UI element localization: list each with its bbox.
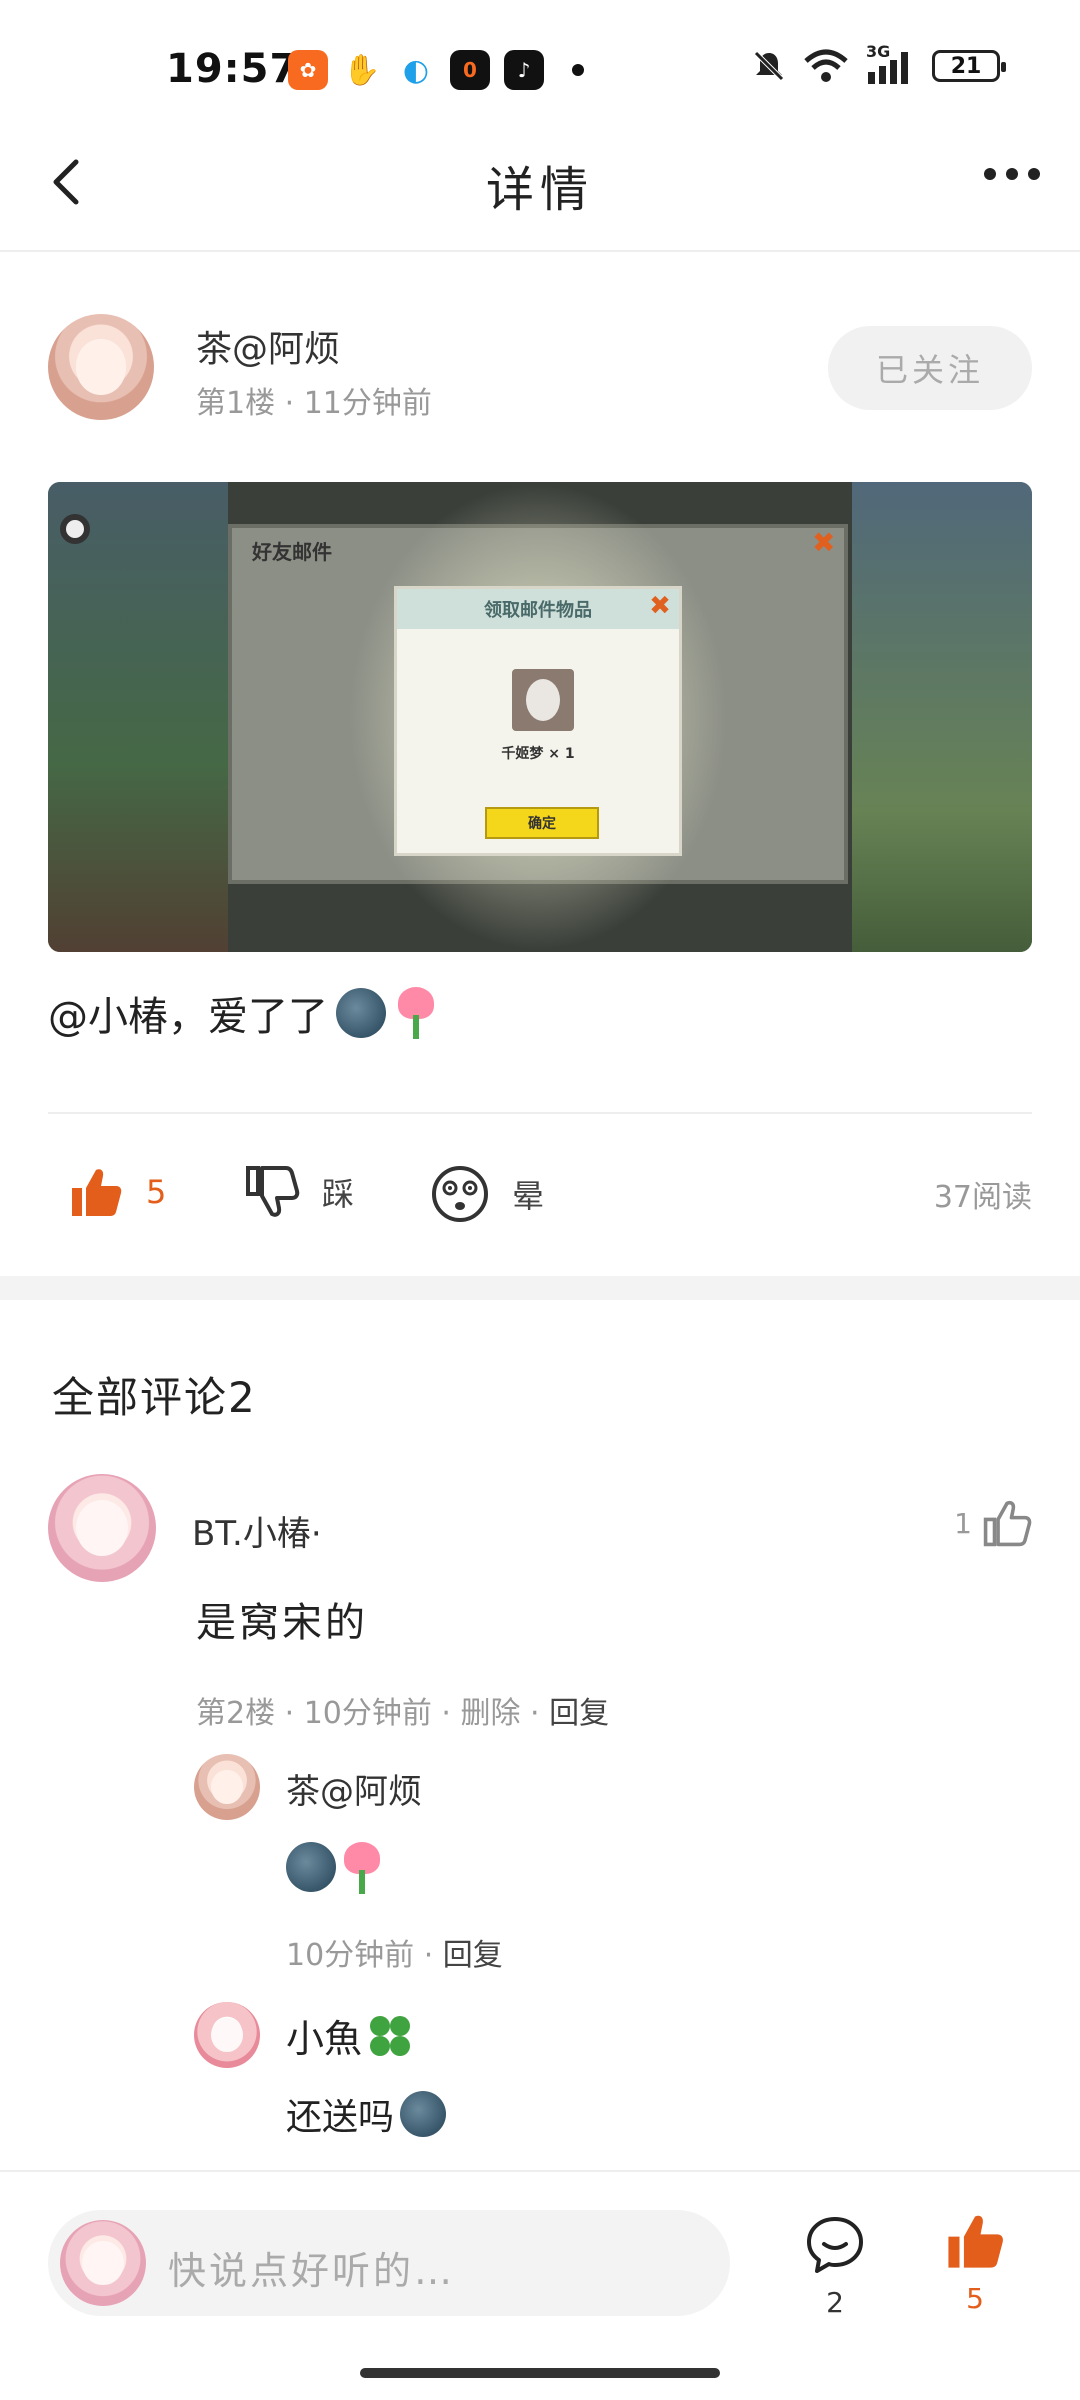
comment-input-placeholder: 快说点好听的… (168, 2249, 456, 2293)
game-close-icon: ✖ (812, 526, 836, 559)
new-moon-face-emoji (286, 1842, 336, 1892)
dislike-label: 踩 (322, 1175, 355, 1213)
new-moon-face-emoji (400, 2091, 447, 2137)
four-leaf-clover-emoji (368, 2014, 412, 2058)
reply-author-name-row: 小魚 (286, 2008, 412, 2063)
dizzy-face-icon (432, 1166, 488, 1222)
app-zero-icon: 0 (450, 50, 490, 90)
comment-like-count: 1 (954, 1506, 972, 1540)
reply-avatar[interactable] (194, 1754, 260, 1820)
comment-meta: 第2楼 · 10分钟前 · 删除 · 回复 (196, 1688, 609, 1732)
post-actions: 5 踩 晕 37阅读 (48, 1160, 1032, 1230)
notification-icons: ✿ ✋ ◐ 0 ♪ (288, 50, 584, 90)
comment-input[interactable]: 快说点好听的… (48, 2210, 730, 2316)
dialog-title: 领取邮件物品 (397, 589, 679, 629)
mute-icon (754, 51, 784, 81)
item-label: 千姬梦 × 1 (501, 746, 575, 762)
my-avatar (60, 2220, 146, 2306)
thumbs-up-outline-icon (983, 1500, 1032, 1547)
reply-body: 还送吗 (286, 2088, 447, 2140)
kuaishou-icon: ✿ (288, 50, 328, 90)
reply-reply-button[interactable]: 回复 (443, 1938, 503, 1973)
dizzy-button[interactable]: 晕 (430, 1164, 544, 1224)
reply-body (286, 1842, 384, 1894)
thumbs-up-icon (948, 2215, 1003, 2268)
game-background-right (852, 482, 1032, 952)
comments-title: 全部评论2 (52, 1373, 257, 1422)
baidu-icon: ✋ (342, 50, 382, 90)
reply-avatar[interactable] (194, 2002, 260, 2068)
comment-bubble-icon (807, 2217, 863, 2273)
post-text: @小椿，爱了了 (48, 984, 438, 1042)
post-text-content: @小椿，爱了了 (48, 994, 328, 1040)
post-author-row: 茶@阿烦 第1楼 · 11分钟前 已关注 (48, 314, 1032, 424)
page-title: 详情 (485, 162, 594, 218)
like-button[interactable]: 5 (68, 1164, 166, 1220)
tulip-emoji (394, 987, 438, 1039)
post-meta: 第1楼 · 11分钟前 (196, 386, 432, 421)
mail-window-title: 好友邮件 (252, 540, 332, 564)
top-nav: 详情 (0, 130, 1080, 252)
comment-reply-button[interactable]: 回复 (549, 1696, 609, 1731)
cellular-signal-icon: 3G (866, 42, 914, 84)
new-moon-face-emoji (336, 988, 386, 1038)
tiktok-icon: ♪ (504, 50, 544, 90)
author-avatar[interactable] (48, 314, 154, 420)
thumbs-up-icon (72, 1169, 122, 1216)
image-toggle-icon (60, 514, 90, 544)
bottom-like-button[interactable]: 5 (940, 2210, 1010, 2315)
follow-button[interactable]: 已关注 (828, 326, 1032, 410)
dialog-close-icon: ✖ (649, 591, 671, 621)
status-time: 19:57 (166, 46, 299, 92)
battery-icon: 21 (932, 50, 1006, 82)
reply-body-text: 还送吗 (286, 2097, 395, 2138)
more-options-icon[interactable] (984, 168, 1040, 180)
commenter-name[interactable]: BT.小椿· (192, 1506, 322, 1555)
battery-level: 21 (950, 53, 982, 79)
status-right: 3G 21 (752, 42, 1006, 84)
reply-author-name[interactable]: 茶@阿烦 (286, 1764, 422, 1813)
confirm-button-in-image: 确定 (485, 807, 599, 839)
bottom-like-count: 5 (966, 2282, 984, 2315)
reply-meta: 10分钟前 · 回复 (286, 1930, 503, 1974)
home-indicator[interactable] (360, 2368, 720, 2378)
read-count: 37阅读 (933, 1180, 1032, 1215)
comment-body: 是窝宋的 (196, 1600, 368, 1646)
comment-count: 2 (826, 2286, 844, 2319)
comment-like-button[interactable]: 1 (954, 1498, 1032, 1548)
author-name[interactable]: 茶@阿烦 (196, 320, 340, 372)
item-thumbnail (512, 669, 574, 731)
dislike-button[interactable]: 踩 (244, 1164, 354, 1220)
section-divider (0, 1276, 1080, 1300)
comment-meta-time: 第2楼 · 10分钟前 · 删除 · (196, 1696, 550, 1731)
status-bar: 19:57 ✿ ✋ ◐ 0 ♪ 3G 21 (0, 0, 1080, 140)
bottom-bar: 快说点好听的… 2 5 (0, 2170, 1080, 2400)
claim-dialog: 领取邮件物品 ✖ 千姬梦 × 1 确定 (394, 586, 682, 856)
wifi-icon (804, 49, 848, 82)
browser-icon: ◐ (396, 50, 436, 90)
comments-button[interactable]: 2 (800, 2214, 870, 2319)
reply-meta-time: 10分钟前 · (286, 1938, 443, 1973)
game-background-left (48, 482, 228, 952)
thumbs-down-icon (246, 1166, 300, 1217)
reply-author-name[interactable]: 小魚 (286, 2008, 362, 2063)
like-count: 5 (146, 1173, 167, 1211)
network-type: 3G (866, 42, 891, 61)
commenter-avatar[interactable] (48, 1474, 156, 1582)
post-image[interactable]: 好友邮件 ✖ 领取邮件物品 ✖ 千姬梦 × 1 确定 (48, 482, 1032, 952)
tulip-emoji (340, 1842, 384, 1894)
more-notifications-dot (572, 64, 584, 76)
divider (48, 1112, 1032, 1114)
dizzy-label: 晕 (512, 1177, 545, 1215)
